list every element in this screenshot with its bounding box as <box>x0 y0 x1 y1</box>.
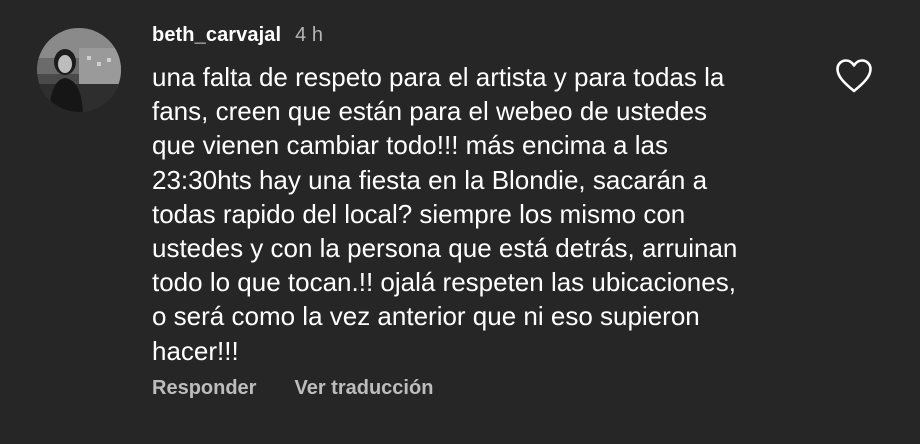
comment-actions: Responder Ver traducción <box>152 377 433 400</box>
avatar[interactable] <box>37 28 121 112</box>
comment-line: o será como la vez anterior que ni eso s… <box>152 301 700 332</box>
reply-button[interactable]: Responder <box>152 377 256 400</box>
comment-line: hacer!!! <box>152 335 239 366</box>
comment-line: todo lo que tocan.!! ojalá respeten las … <box>152 267 736 298</box>
heart-icon[interactable] <box>835 58 873 94</box>
timestamp: 4 h <box>295 24 323 46</box>
comment-line: todas rapido del local? siempre los mism… <box>152 198 686 229</box>
comment-text: una falta de respeto para el artista y p… <box>152 60 802 368</box>
username[interactable]: beth_carvajal <box>152 24 281 47</box>
comment-line: una falta de respeto para el artista y p… <box>152 62 725 92</box>
comment-line: que vienen cambiar todo!!! más encima a … <box>152 130 668 161</box>
translate-button[interactable]: Ver traducción <box>294 377 433 400</box>
comment-header: beth_carvajal 4 h <box>152 24 323 50</box>
comment-line: fans, creen que están para el webeo de u… <box>152 96 708 127</box>
avatar-photo <box>37 28 121 112</box>
comment-line: ustedes y con la persona que está detrás… <box>152 233 738 264</box>
comment-line: 23:30hts hay una fiesta en la Blondie, s… <box>152 164 708 195</box>
comment-item: beth_carvajal 4 h una falta de respeto p… <box>0 0 920 444</box>
